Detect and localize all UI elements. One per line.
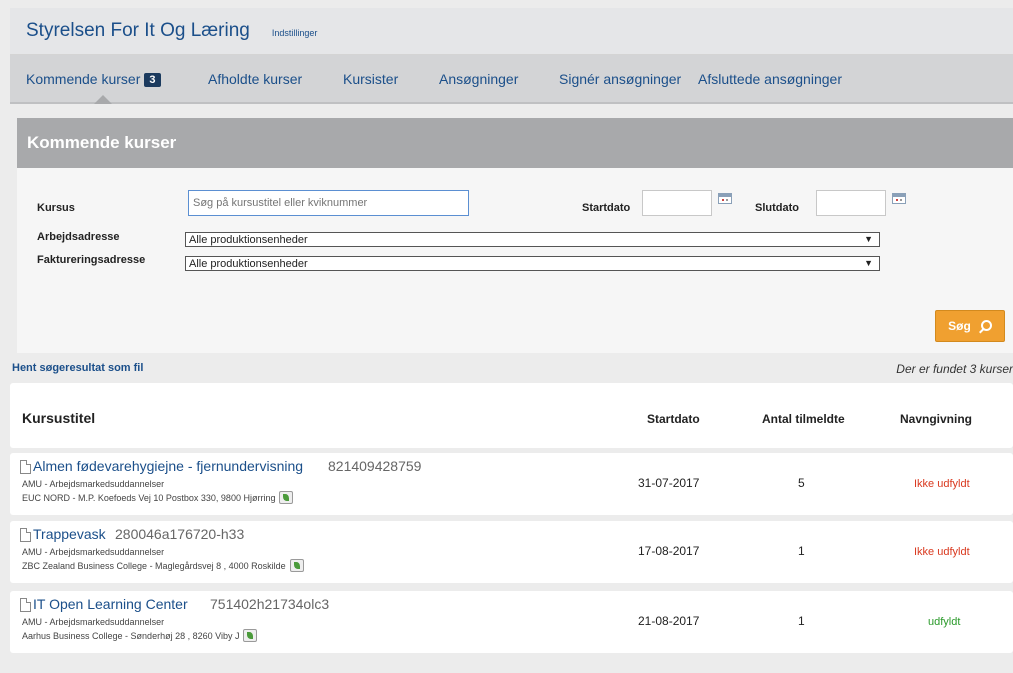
- status-badge: udfyldt: [928, 616, 961, 628]
- results-bar: Hent søgeresultat som fil Der er fundet …: [10, 353, 1013, 383]
- page: Styrelsen For It Og Læring Indstillinger…: [10, 8, 1013, 673]
- startdato-input[interactable]: [642, 190, 712, 216]
- slutdato-label: Slutdato: [755, 202, 799, 214]
- nav-item-afsluttede-ansoegninger[interactable]: Afsluttede ansøgninger: [698, 71, 842, 87]
- settings-link[interactable]: Indstillinger: [272, 28, 318, 38]
- section-title: Kommende kurser: [27, 133, 177, 152]
- app-title[interactable]: Styrelsen For It Og Læring: [26, 20, 250, 42]
- kursus-search-input[interactable]: [188, 190, 469, 216]
- nav-item-kursister[interactable]: Kursister: [343, 71, 398, 87]
- antal-cell: 1: [798, 614, 805, 628]
- leaf-icon[interactable]: [289, 559, 304, 572]
- calendar-icon[interactable]: [718, 193, 732, 204]
- arbejdsadresse-select[interactable]: Alle produktionsenheder ▼: [185, 232, 880, 247]
- section-header: Kommende kurser: [17, 118, 1013, 168]
- nav-item-label: Kommende kurser: [26, 71, 141, 87]
- calendar-icon[interactable]: [892, 193, 906, 204]
- table-header: Kursustitel Startdato Antal tilmeldte Na…: [10, 383, 1013, 448]
- course-code: 751402h21734olc3: [210, 596, 330, 612]
- table-row[interactable]: Trappevask 280046a176720-h33 AMU - Arbej…: [10, 521, 1013, 583]
- course-title-link[interactable]: Almen fødevarehygiejne - fjernundervisni…: [33, 458, 303, 474]
- document-icon: [20, 598, 31, 612]
- course-category: AMU - Arbejdsmarkedsuddannelser: [22, 479, 165, 489]
- filter-panel: Kursus Startdato Slutdato Arbejdsadresse…: [17, 168, 1013, 353]
- select-value: Alle produktionsenheder: [189, 258, 308, 270]
- startdato-cell: 17-08-2017: [638, 544, 700, 558]
- antal-cell: 5: [798, 476, 805, 490]
- chevron-down-icon: ▼: [864, 234, 873, 244]
- main-nav: Kommende kurser 3 Afholdte kurser Kursist…: [10, 55, 1013, 104]
- search-icon: [979, 319, 992, 333]
- nav-item-kommende-kurser[interactable]: Kommende kurser 3: [26, 71, 161, 87]
- startdato-cell: 31-07-2017: [638, 476, 700, 490]
- course-code: 280046a176720-h33: [115, 526, 245, 542]
- leaf-icon[interactable]: [243, 629, 258, 642]
- download-results-link[interactable]: Hent søgeresultat som fil: [12, 362, 143, 374]
- document-icon: [20, 528, 31, 542]
- column-header-kursustitel[interactable]: Kursustitel: [22, 410, 95, 426]
- slutdato-input[interactable]: [816, 190, 886, 216]
- course-title-link[interactable]: Trappevask: [33, 526, 106, 542]
- course-category: AMU - Arbejdsmarkedsuddannelser: [22, 617, 165, 627]
- faktureringsadresse-label: Faktureringsadresse: [37, 254, 146, 266]
- column-header-antal[interactable]: Antal tilmeldte: [762, 412, 845, 426]
- course-location: ZBC Zealand Business College - Maglegård…: [22, 559, 304, 572]
- table-row[interactable]: Almen fødevarehygiejne - fjernundervisni…: [10, 453, 1013, 515]
- nav-item-signer-ansoegninger[interactable]: Signér ansøgninger: [559, 71, 681, 87]
- startdato-label: Startdato: [582, 202, 631, 214]
- chevron-down-icon: ▼: [864, 258, 873, 268]
- select-value: Alle produktionsenheder: [189, 234, 308, 246]
- results-count: Der er fundet 3 kurser: [896, 362, 1013, 376]
- app-header: Styrelsen For It Og Læring Indstillinger: [10, 8, 1013, 55]
- search-button-label: Søg: [948, 319, 971, 333]
- course-location: EUC NORD - M.P. Koefoeds Vej 10 Postbox …: [22, 491, 294, 504]
- count-badge: 3: [144, 73, 161, 87]
- leaf-icon[interactable]: [279, 491, 294, 504]
- table-row[interactable]: IT Open Learning Center 751402h21734olc3…: [10, 591, 1013, 653]
- antal-cell: 1: [798, 544, 805, 558]
- document-icon: [20, 460, 31, 474]
- column-header-startdato[interactable]: Startdato: [647, 412, 700, 426]
- kursus-label: Kursus: [37, 202, 75, 214]
- startdato-cell: 21-08-2017: [638, 614, 700, 628]
- course-category: AMU - Arbejdsmarkedsuddannelser: [22, 547, 165, 557]
- course-title-link[interactable]: IT Open Learning Center: [33, 596, 188, 612]
- course-location: Aarhus Business College - Sønderhøj 28 ,…: [22, 629, 258, 642]
- faktureringsadresse-select[interactable]: Alle produktionsenheder ▼: [185, 256, 880, 271]
- nav-item-afholdte-kurser[interactable]: Afholdte kurser: [208, 71, 302, 87]
- column-header-navngivning[interactable]: Navngivning: [900, 412, 972, 426]
- status-badge: Ikke udfyldt: [914, 478, 970, 490]
- status-badge: Ikke udfyldt: [914, 546, 970, 558]
- search-button[interactable]: Søg: [935, 310, 1005, 342]
- arbejdsadresse-label: Arbejdsadresse: [37, 231, 120, 243]
- nav-item-ansoegninger[interactable]: Ansøgninger: [439, 71, 518, 87]
- course-code: 821409428759: [328, 458, 422, 474]
- active-tab-caret: [94, 95, 112, 104]
